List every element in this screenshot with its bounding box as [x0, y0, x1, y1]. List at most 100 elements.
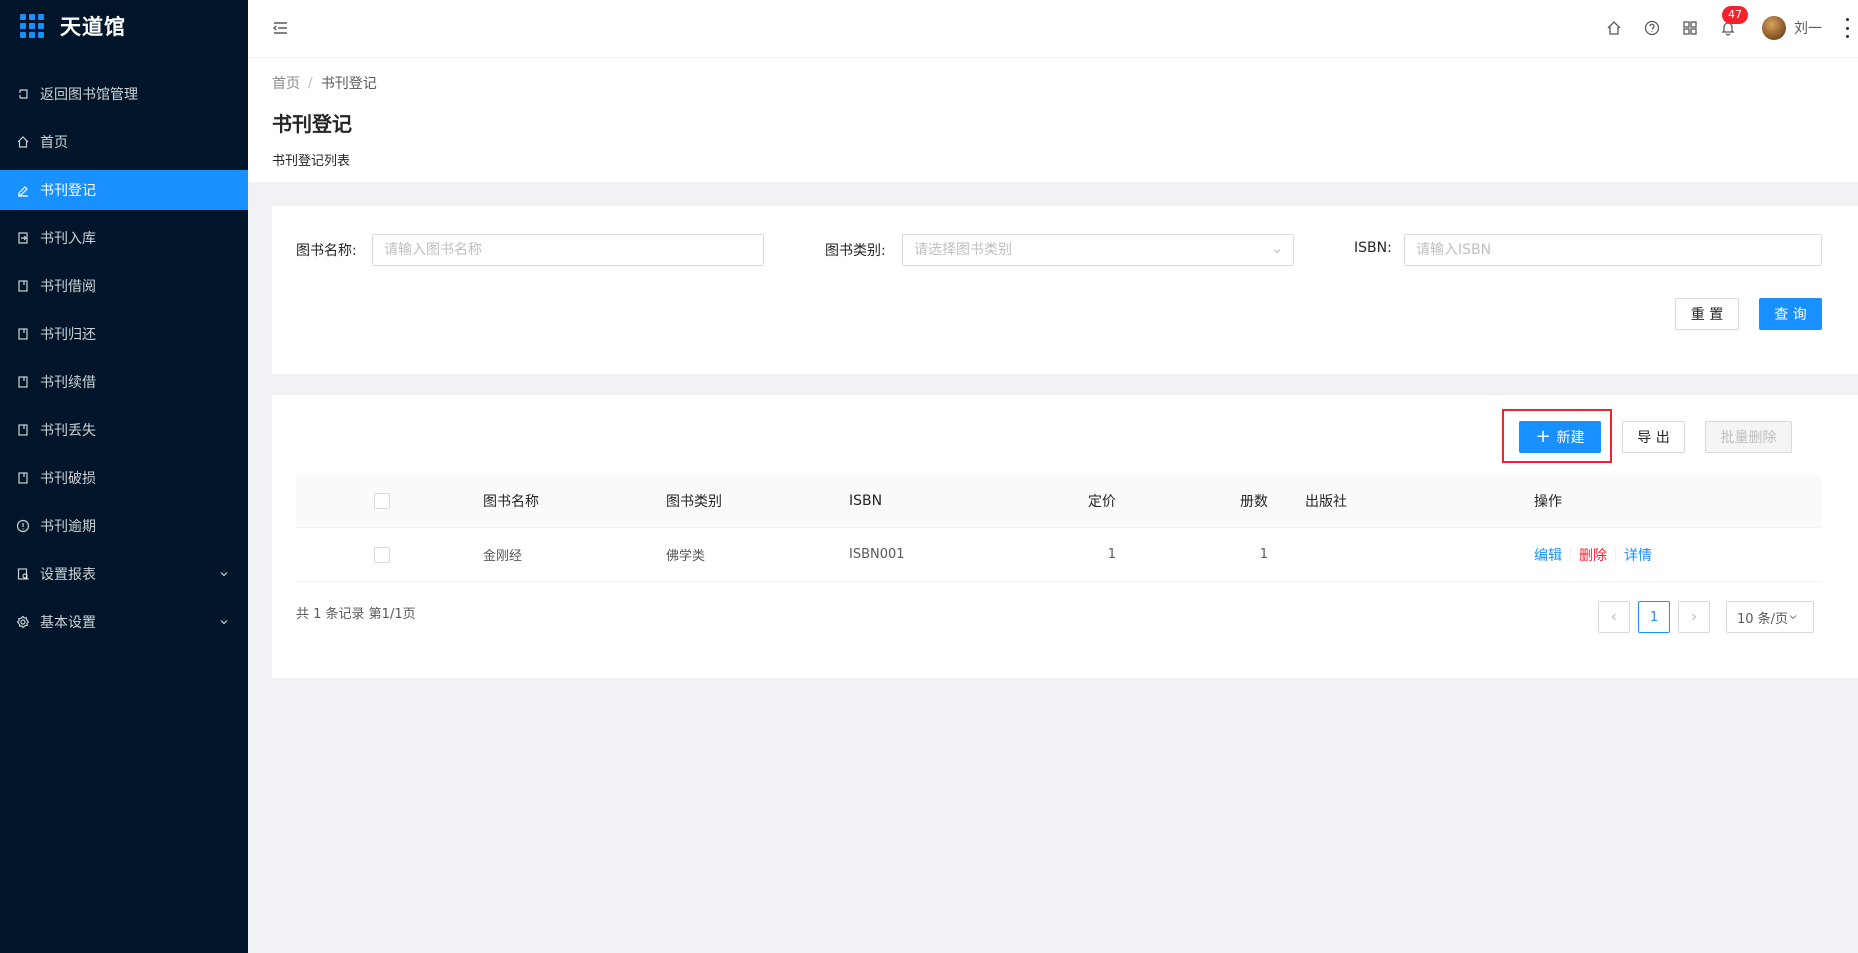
sidebar-item-label: 书刊入库	[40, 231, 96, 247]
page-button[interactable]: 1	[1638, 601, 1670, 633]
sidebar-item-label: 书刊逾期	[40, 519, 96, 535]
sidebar-item-damaged[interactable]: 书刊破损	[0, 458, 248, 498]
apps-grid-icon	[20, 14, 44, 38]
reset-button[interactable]: 重 置	[1675, 298, 1739, 330]
page-size-select[interactable]: 10 条/页	[1726, 601, 1814, 633]
next-page-button[interactable]	[1678, 601, 1710, 633]
select-all-checkbox-cell	[374, 475, 390, 527]
book-category-label: 图书类别:	[825, 243, 886, 259]
cell-name: 金刚经	[483, 549, 523, 564]
sidebar-item-stock-in[interactable]: 书刊入库	[0, 218, 248, 258]
query-button[interactable]: 查 询	[1759, 298, 1822, 330]
batch-delete-button[interactable]: 批量删除	[1705, 421, 1792, 453]
book-name-label: 图书名称:	[296, 243, 357, 259]
cell-count: 1	[1259, 547, 1268, 562]
book-category-select[interactable]: 请选择图书类别	[902, 234, 1294, 266]
menu-fold-icon[interactable]	[270, 18, 290, 38]
cell-price: 1	[1107, 547, 1116, 562]
chevron-down-icon	[1273, 249, 1281, 254]
notification-badge: 47	[1722, 6, 1748, 24]
book-table: 图书名称 图书类别 ISBN 定价 册数 出版社 操作 金刚经 佛学类 ISBN…	[296, 475, 1821, 582]
row-checkbox[interactable]	[374, 546, 390, 563]
chevron-down-icon	[1789, 615, 1797, 620]
sidebar-item-lost[interactable]: 书刊丢失	[0, 410, 248, 450]
sidebar-item-renew[interactable]: 书刊续借	[0, 362, 248, 402]
breadcrumb-home[interactable]: 首页	[272, 73, 300, 93]
sidebar-item-register[interactable]: 书刊登记	[0, 170, 248, 210]
sidebar-item-home[interactable]: 首页	[0, 122, 248, 162]
more-vertical-icon[interactable]	[1844, 18, 1850, 38]
select-all-checkbox[interactable]	[374, 493, 390, 509]
page-header: 首页 / 书刊登记 书刊登记 书刊登记列表	[248, 58, 1858, 182]
book-icon	[16, 471, 30, 485]
cell-category: 佛学类	[666, 549, 706, 564]
column-header-isbn: ISBN	[849, 493, 883, 509]
breadcrumb-current: 书刊登记	[320, 76, 377, 92]
home-icon[interactable]	[1606, 20, 1622, 36]
book-icon	[16, 423, 30, 437]
search-form-card: 图书名称: 图书类别: 请选择图书类别 ISBN: 重 置 查 询	[272, 206, 1858, 374]
apps-icon[interactable]	[1682, 20, 1698, 36]
breadcrumb-separator: /	[308, 75, 313, 91]
isbn-label: ISBN:	[1354, 240, 1392, 256]
cell-actions: 编辑 删除 详情	[1534, 528, 1652, 581]
sidebar-item-label: 书刊登记	[40, 183, 96, 199]
sidebar-item-settings[interactable]: 基本设置	[0, 602, 248, 642]
prev-page-button[interactable]	[1598, 601, 1630, 633]
chevron-down-icon	[220, 572, 228, 577]
info-icon	[16, 519, 30, 533]
page-title: 书刊登记	[272, 112, 352, 136]
table-row: 金刚经 佛学类 ISBN001 1 1 编辑 删除 详情	[296, 528, 1821, 582]
isbn-input[interactable]	[1404, 234, 1822, 266]
edit-link[interactable]: 编辑	[1534, 545, 1562, 565]
sidebar: 天道馆 返回图书馆管理 首页 书刊登记 书刊入库 书刊借阅 书刊归还 书刊续借 …	[0, 0, 248, 953]
new-button[interactable]: + 新建	[1519, 421, 1601, 453]
user-name[interactable]: 刘一	[1794, 18, 1822, 38]
sidebar-menu: 返回图书馆管理 首页 书刊登记 书刊入库 书刊借阅 书刊归还 书刊续借 书刊丢失…	[0, 74, 248, 642]
help-icon[interactable]	[1644, 20, 1660, 36]
cell-isbn: ISBN001	[849, 547, 905, 562]
pagination-total: 共 1 条记录 第1/1页	[296, 607, 416, 622]
sidebar-item-borrow[interactable]: 书刊借阅	[0, 266, 248, 306]
bell-icon[interactable]: 47	[1720, 6, 1748, 36]
column-header-actions: 操作	[1534, 494, 1562, 510]
column-header-publisher: 出版社	[1305, 494, 1347, 510]
sidebar-item-overdue[interactable]: 书刊逾期	[0, 506, 248, 546]
new-button-label: 新建	[1556, 430, 1585, 446]
breadcrumb: 首页 / 书刊登记	[272, 72, 1834, 94]
export-button[interactable]: 导 出	[1622, 421, 1685, 453]
column-header-name: 图书名称	[483, 494, 539, 510]
page-subtitle: 书刊登记列表	[272, 154, 351, 169]
chevron-right-icon	[1692, 613, 1697, 621]
sidebar-item-label: 书刊破损	[40, 471, 96, 487]
sidebar-item-label: 书刊归还	[40, 327, 96, 343]
detail-link[interactable]: 详情	[1624, 545, 1652, 565]
sidebar-item-reports[interactable]: 设置报表	[0, 554, 248, 594]
sidebar-item-label: 首页	[40, 135, 68, 151]
return-icon	[16, 87, 30, 101]
book-icon	[16, 327, 30, 341]
delete-link[interactable]: 删除	[1579, 545, 1607, 565]
book-name-input[interactable]	[372, 234, 764, 266]
sidebar-item-label: 书刊丢失	[40, 423, 96, 439]
sidebar-item-return[interactable]: 书刊归还	[0, 314, 248, 354]
plus-icon: +	[1535, 426, 1551, 447]
sidebar-item-label: 书刊续借	[40, 375, 96, 391]
column-header-count: 册数	[1240, 494, 1268, 510]
column-header-category: 图书类别	[666, 494, 722, 510]
header-actions: 47 刘一	[1606, 0, 1858, 56]
row-checkbox-cell	[374, 528, 390, 581]
sidebar-item-label: 书刊借阅	[40, 279, 96, 295]
chevron-down-icon	[220, 620, 228, 625]
sidebar-item-label: 基本设置	[40, 615, 96, 631]
edit-icon	[16, 183, 30, 197]
report-icon	[16, 567, 30, 581]
action-divider	[1570, 547, 1571, 562]
book-icon	[16, 279, 30, 293]
sidebar-item-return-library[interactable]: 返回图书馆管理	[0, 74, 248, 114]
column-header-price: 定价	[1088, 494, 1116, 510]
avatar[interactable]	[1762, 16, 1786, 40]
sidebar-item-label: 设置报表	[40, 567, 96, 583]
logo[interactable]: 天道馆	[0, 0, 248, 52]
action-divider	[1615, 547, 1616, 562]
